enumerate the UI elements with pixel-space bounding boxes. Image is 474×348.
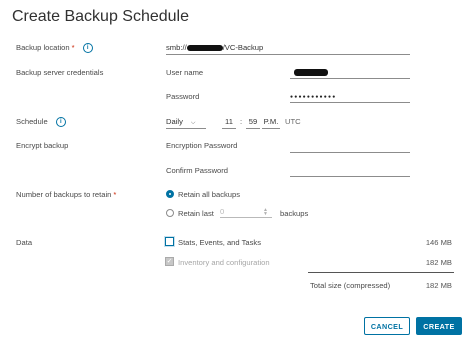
- chevron-down-icon: ⌵: [190, 120, 196, 126]
- retain-all-label: Retain all backups: [178, 190, 241, 199]
- inventory-label: Inventory and configuration: [178, 258, 270, 267]
- stepper-icon[interactable]: ▲ ▼: [263, 208, 268, 217]
- time-separator: :: [240, 117, 243, 126]
- confirm-password-input[interactable]: [290, 164, 410, 177]
- total-divider: [308, 272, 454, 273]
- total-size-label: Total size (compressed): [310, 281, 391, 290]
- total-size-value: 182 MB: [425, 281, 452, 290]
- retain-all-radio[interactable]: [166, 190, 174, 198]
- minute-input[interactable]: 59: [246, 116, 260, 129]
- info-icon[interactable]: i: [82, 43, 93, 53]
- stats-events-size: 146 MB: [425, 238, 452, 247]
- username-input[interactable]: [290, 66, 410, 79]
- hour-input[interactable]: 11: [222, 116, 236, 129]
- retain-count-value: 0: [220, 207, 225, 216]
- required-mark: *: [71, 43, 75, 52]
- stats-events-label: Stats, Events, and Tasks: [178, 238, 262, 247]
- backup-location-input[interactable]: smb:// /VC-Backup: [166, 42, 410, 55]
- password-mask: ●●●●●●●●●●●: [290, 94, 337, 100]
- schedule-label-text: Schedule: [16, 117, 48, 126]
- retain-label: Number of backups to retain *: [16, 190, 116, 199]
- backup-location-label: Backup location * i: [16, 43, 93, 53]
- inventory-checkbox: ✓: [165, 257, 174, 266]
- encrypt-label: Encrypt backup: [16, 141, 69, 150]
- timezone-label: UTC: [285, 117, 301, 126]
- backups-suffix: backups: [280, 209, 309, 218]
- ampm-select[interactable]: P.M.: [262, 116, 280, 129]
- redacted-host: [186, 45, 223, 51]
- retain-label-text: Number of backups to retain: [16, 190, 112, 199]
- encryption-password-input[interactable]: [290, 140, 410, 153]
- backup-location-suffix: /VC-Backup: [222, 43, 264, 52]
- inventory-size: 182 MB: [425, 258, 452, 267]
- retain-last-radio[interactable]: [166, 209, 174, 217]
- backup-location-prefix: smb://: [166, 43, 187, 52]
- password-input[interactable]: ●●●●●●●●●●●: [290, 90, 410, 103]
- username-label: User name: [166, 68, 204, 77]
- password-label: Password: [166, 92, 200, 101]
- schedule-label: Schedule i: [16, 117, 66, 127]
- stats-events-checkbox[interactable]: [165, 237, 174, 246]
- data-label: Data: [16, 238, 33, 247]
- encryption-password-label: Encryption Password: [166, 141, 238, 150]
- info-icon[interactable]: i: [55, 117, 66, 127]
- frequency-select[interactable]: Daily ⌵: [166, 116, 206, 129]
- retain-last-label: Retain last: [178, 209, 214, 218]
- frequency-value: Daily: [166, 117, 183, 126]
- checkmark-icon: ✓: [166, 258, 173, 265]
- required-mark: *: [113, 190, 117, 199]
- cancel-button[interactable]: CANCEL: [364, 317, 410, 335]
- dialog-title: Create Backup Schedule: [12, 8, 189, 25]
- create-button[interactable]: CREATE: [416, 317, 462, 335]
- confirm-password-label: Confirm Password: [166, 166, 229, 175]
- backup-location-label-text: Backup location: [16, 43, 70, 52]
- credentials-label: Backup server credentials: [16, 68, 104, 77]
- redacted-username: [294, 68, 328, 76]
